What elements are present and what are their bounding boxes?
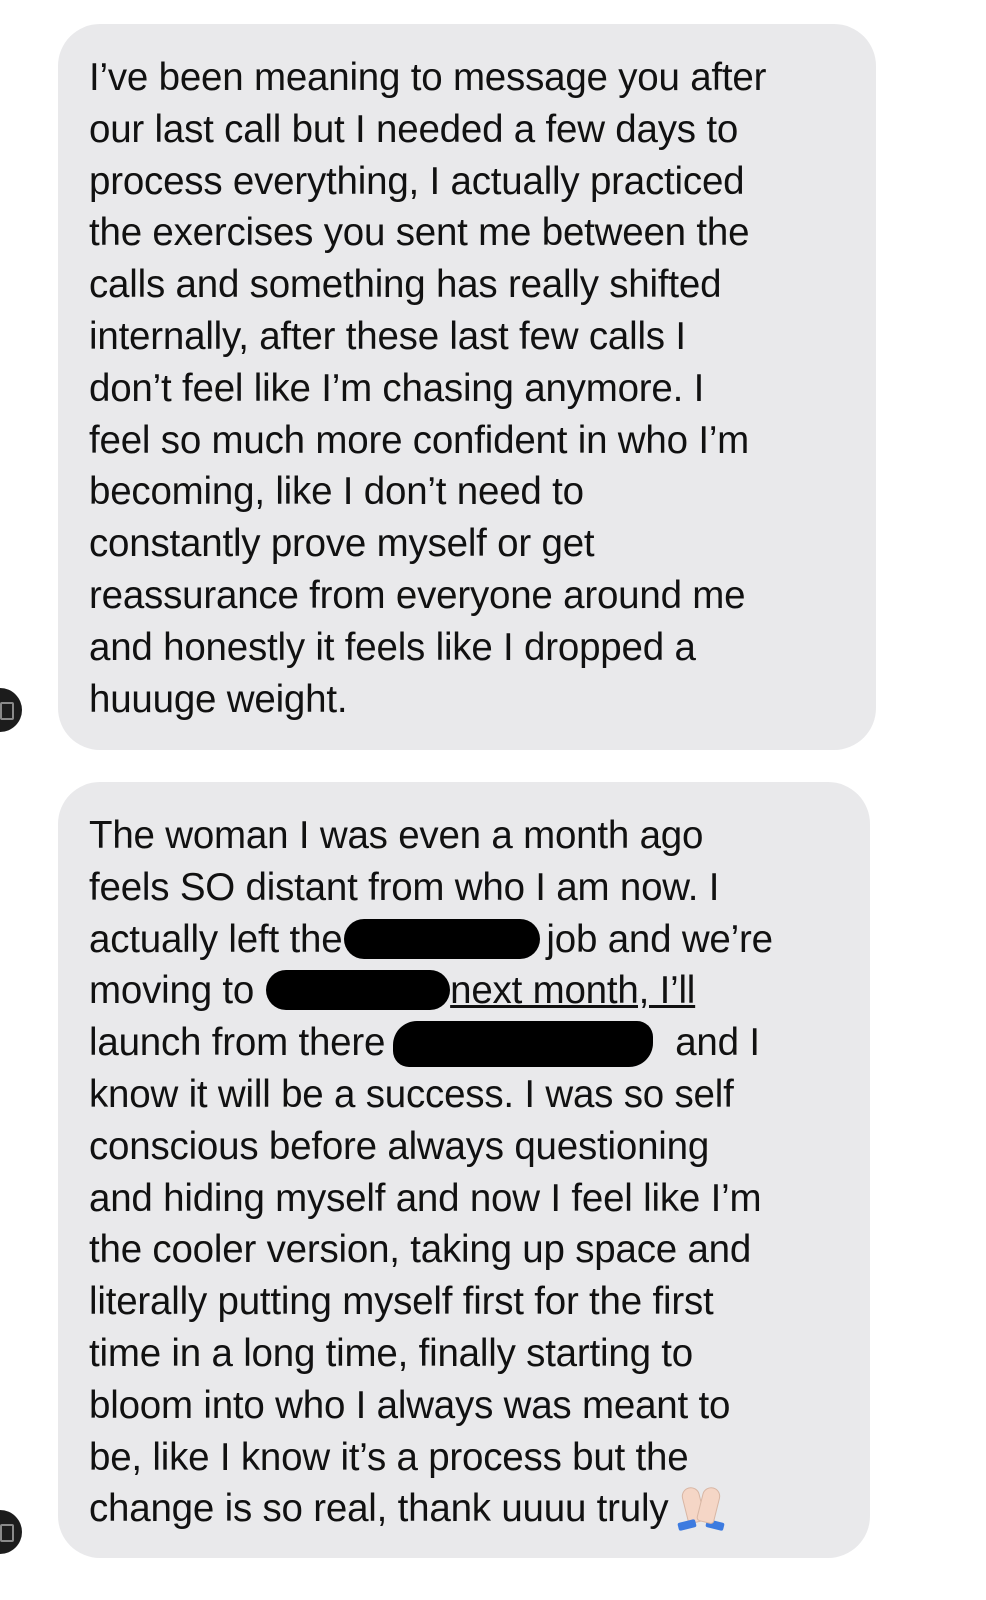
message-line: constantly prove myself or get	[89, 522, 595, 566]
message-text: The woman I was even a month ago feels S…	[89, 810, 846, 1535]
line-text: launch from there	[89, 1021, 386, 1065]
message-line: be, like I know it’s a process but the	[89, 1435, 689, 1479]
message-line: literally putting myself first for the f…	[89, 1280, 714, 1324]
message-line: our last call but I needed a few days to	[89, 107, 739, 151]
message-line: internally, after these last few calls I	[89, 314, 686, 358]
message-line: and honestly it feels like I dropped a	[89, 625, 696, 669]
line-text: job and we’re	[546, 917, 773, 961]
message-line: feels SO distant from who I am now. I	[89, 865, 720, 909]
message-bubble[interactable]: I’ve been meaning to message you after o…	[58, 24, 876, 750]
sender-avatar[interactable]	[0, 688, 22, 732]
redaction-mark	[393, 1021, 654, 1068]
sender-avatar[interactable]	[0, 1510, 22, 1554]
line-text: moving to	[89, 969, 255, 1013]
folded-hands-icon	[674, 1487, 728, 1532]
message-line: the exercises you sent me between the	[89, 211, 750, 255]
line-text: next month, I’ll	[450, 969, 696, 1013]
redaction-mark	[266, 970, 451, 1011]
line-text: actually left the	[89, 917, 343, 961]
emoji-cuff	[705, 1519, 726, 1532]
message-line: becoming, like I don’t need to	[89, 470, 584, 514]
line-text: and I	[675, 1021, 760, 1065]
message-line: the cooler version, taking up space and	[89, 1228, 752, 1272]
message-line: moving to next month, I’ll	[89, 965, 846, 1017]
message-line: I’ve been meaning to message you after	[89, 56, 767, 99]
message-line: conscious before always questioning	[89, 1124, 710, 1168]
message-line: and hiding myself and now I feel like I’…	[89, 1176, 762, 1220]
message-line: bloom into who I always was meant to	[89, 1383, 731, 1427]
line-text: change is so real, thank uuuu truly	[89, 1487, 669, 1531]
message-line: know it will be a success. I was so self	[89, 1072, 734, 1116]
message-line: actually left the job and we’re	[89, 914, 846, 966]
emoji-cuff	[677, 1519, 698, 1532]
message-line: launch from there and I	[89, 1017, 846, 1069]
message-bubble[interactable]: The woman I was even a month ago feels S…	[58, 782, 870, 1558]
message-line: huuuge weight.	[89, 677, 348, 721]
message-line: time in a long time, finally starting to	[89, 1331, 693, 1375]
message-line: don’t feel like I’m chasing anymore. I	[89, 366, 705, 410]
message-line: process everything, I actually practiced	[89, 159, 745, 203]
message-line: change is so real, thank uuuu truly	[89, 1483, 846, 1535]
message-text: I’ve been meaning to message you after o…	[89, 52, 852, 725]
message-line: feel so much more confident in who I’m	[89, 418, 750, 462]
redaction-mark	[344, 918, 541, 959]
message-line: The woman I was even a month ago	[89, 814, 704, 857]
message-line: calls and something has really shifted	[89, 263, 722, 307]
message-line: reassurance from everyone around me	[89, 573, 746, 617]
